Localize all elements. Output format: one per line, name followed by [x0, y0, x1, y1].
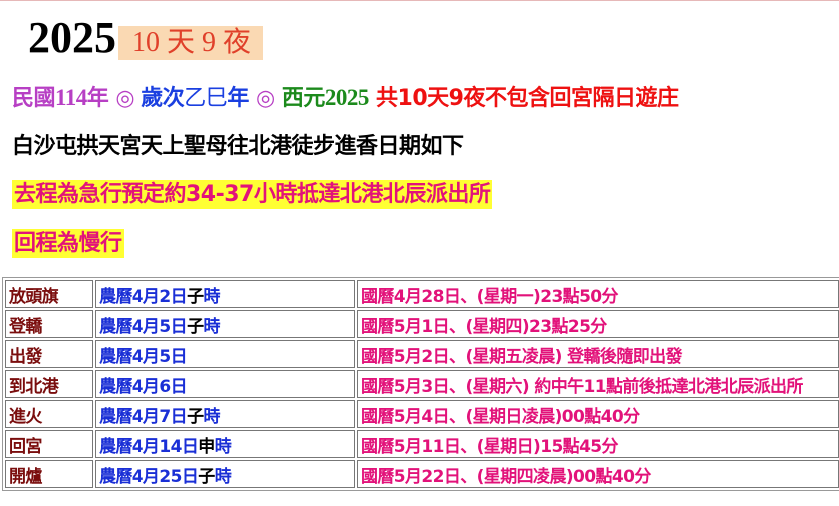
lunar-hour: 子: [187, 286, 204, 307]
outbound-note: 去程為急行預定約34-37小時抵達北港北辰派出所: [12, 180, 493, 209]
table-row: 出發 農曆4月5日 國曆5月2日、(星期五凌晨) 登轎後隨即出發: [5, 340, 839, 368]
return-note: 回程為慢行: [12, 229, 124, 258]
lunar-date: 農曆4月5日: [99, 346, 188, 367]
schedule-table: 放頭旗 農曆4月2日子時 國曆4月28日、(星期一)23點50分 登轎 農曆4月5日子時…: [2, 277, 839, 491]
lunar-hour: 子: [187, 316, 204, 337]
lunar-date: 農曆4月2日: [99, 286, 188, 307]
event-cell: 放頭旗: [5, 280, 93, 308]
lunar-date-cell: 農曆4月14日申時: [95, 430, 355, 458]
solar-date-cell: 國曆5月11日、(星期日)15點45分: [357, 430, 839, 458]
table-row: 登轎 農曆4月5日子時 國曆5月1日、(星期四)23點25分: [5, 310, 839, 338]
outbound-note-line: 去程為急行預定約34-37小時抵達北港北辰派出所: [12, 176, 493, 209]
top-border: [0, 0, 839, 1]
western-year: 2025: [324, 85, 370, 110]
intro-line: 民國114年 ◎ 歲次乙巳年 ◎ 西元2025 共10天9夜不包含回宮隔日遊庄: [12, 80, 679, 112]
lunar-date: 農曆4月14日: [99, 436, 199, 457]
suici-nian: 年: [227, 86, 249, 111]
page-header: 2025 10 天 9 夜: [28, 10, 264, 64]
trip-summary: 共10天9夜不包含回宮隔日遊庄: [368, 86, 679, 111]
lunar-date-cell: 農曆4月7日子時: [95, 400, 355, 428]
subtitle: 白沙屯拱天宮天上聖母往北港徒步進香日期如下: [12, 134, 464, 159]
solar-date-cell: 國曆5月4日、(星期日凌晨)00點40分: [357, 400, 839, 428]
event-cell: 到北港: [5, 370, 93, 398]
lunar-hour-suffix: 時: [214, 466, 232, 487]
solar-date-cell: 國曆5月2日、(星期五凌晨) 登轎後隨即出發: [357, 340, 839, 368]
minguo-label: 民國: [12, 86, 56, 111]
table-row: 到北港 農曆4月6日 國曆5月3日、(星期六) 約中午11點前後抵達北港北辰派出所: [5, 370, 839, 398]
lunar-date: 農曆4月25日: [99, 466, 199, 487]
lunar-date-cell: 農曆4月5日: [95, 340, 355, 368]
lunar-hour-suffix: 時: [214, 436, 232, 457]
lunar-date-cell: 農曆4月25日子時: [95, 460, 355, 488]
table-row: 放頭旗 農曆4月2日子時 國曆4月28日、(星期一)23點50分: [5, 280, 839, 308]
return-note-line: 回程為慢行: [12, 225, 124, 258]
lunar-hour-suffix: 時: [203, 286, 220, 307]
minguo-nian: 年: [86, 86, 109, 111]
lunar-hour-suffix: 時: [203, 406, 220, 427]
lunar-date: 農曆4月6日: [99, 376, 188, 397]
lunar-hour: 子: [187, 406, 204, 427]
schedule-body: 放頭旗 農曆4月2日子時 國曆4月28日、(星期一)23點50分 登轎 農曆4月5日子時…: [5, 280, 839, 488]
table-row: 回宮 農曆4月14日申時 國曆5月11日、(星期日)15點45分: [5, 430, 839, 458]
lunar-hour-suffix: 時: [203, 316, 220, 337]
lunar-date: 農曆4月7日: [99, 406, 188, 427]
minguo-year: 114: [55, 85, 87, 110]
duration-badge: 10 天 9 夜: [118, 26, 264, 60]
lunar-hour: 申: [198, 436, 215, 457]
year-title: 2025: [28, 13, 116, 62]
lunar-date-cell: 農曆4月5日子時: [95, 310, 355, 338]
western-label: 西元: [281, 86, 326, 111]
lunar-date-cell: 農曆4月2日子時: [95, 280, 355, 308]
event-cell: 出發: [5, 340, 93, 368]
lunar-date-cell: 農曆4月6日: [95, 370, 355, 398]
suici-label: 歲次: [141, 86, 185, 111]
solar-date-cell: 國曆5月3日、(星期六) 約中午11點前後抵達北港北辰派出所: [357, 370, 839, 398]
separator: ◎: [108, 86, 142, 111]
solar-date-cell: 國曆5月1日、(星期四)23點25分: [357, 310, 839, 338]
ganzhi: 乙巳: [184, 86, 228, 111]
event-cell: 登轎: [5, 310, 93, 338]
separator: ◎: [248, 86, 282, 111]
event-cell: 開爐: [5, 460, 93, 488]
lunar-date: 農曆4月5日: [99, 316, 188, 337]
lunar-hour: 子: [198, 466, 215, 487]
table-row: 開爐 農曆4月25日子時 國曆5月22日、(星期四凌晨)00點40分: [5, 460, 839, 488]
event-cell: 回宮: [5, 430, 93, 458]
event-cell: 進火: [5, 400, 93, 428]
solar-date-cell: 國曆4月28日、(星期一)23點50分: [357, 280, 839, 308]
table-row: 進火 農曆4月7日子時 國曆5月4日、(星期日凌晨)00點40分: [5, 400, 839, 428]
solar-date-cell: 國曆5月22日、(星期四凌晨)00點40分: [357, 460, 839, 488]
